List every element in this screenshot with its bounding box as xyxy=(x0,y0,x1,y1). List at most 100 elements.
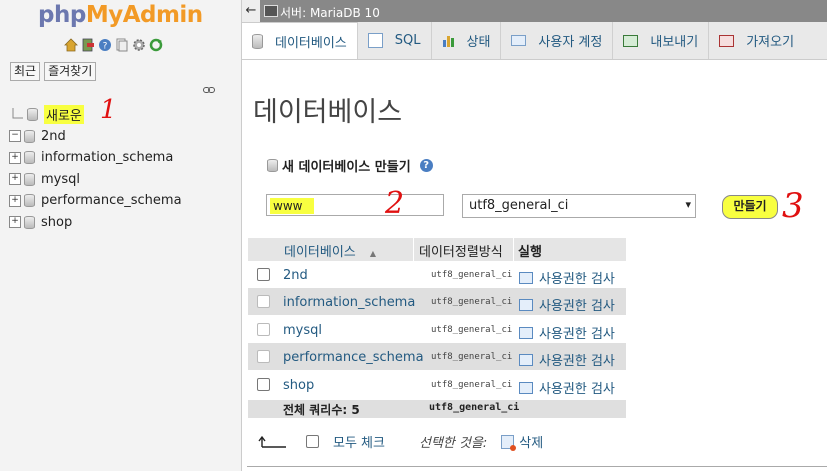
tree-item-mysql[interactable]: + mysql xyxy=(9,169,182,191)
privileges-icon xyxy=(519,298,533,311)
database-link[interactable]: mysql xyxy=(283,323,322,338)
delete-button[interactable]: 삭제 xyxy=(501,432,543,451)
expand-icon[interactable]: + xyxy=(9,216,21,229)
table-row: 2nd utf8_general_ci 사용권한 검사 xyxy=(248,261,626,288)
tree-item-shop[interactable]: + shop xyxy=(9,212,182,234)
collation-selected-value: utf8_general_ci xyxy=(469,198,569,213)
database-link[interactable]: 2nd xyxy=(283,268,308,283)
help-circle-icon[interactable]: ? xyxy=(98,38,112,52)
gear-icon[interactable] xyxy=(132,38,146,52)
tab-databases[interactable]: 데이터베이스 xyxy=(242,22,358,59)
create-button[interactable]: 만들기 xyxy=(722,195,778,219)
row-collation: utf8_general_ci xyxy=(431,380,513,390)
annotation-1: 1 xyxy=(100,95,117,125)
row-checkbox[interactable] xyxy=(257,268,270,281)
check-privileges-link[interactable]: 사용권한 검사 xyxy=(519,350,615,369)
logout-icon[interactable] xyxy=(81,38,95,52)
database-icon xyxy=(24,129,35,143)
row-collation: utf8_general_ci xyxy=(431,297,513,307)
annotation-3: 3 xyxy=(782,186,804,226)
server-breadcrumb[interactable]: 서버: MariaDB 10 xyxy=(280,4,380,21)
breadcrumb-bar: ← 서버: MariaDB 10 xyxy=(242,0,827,22)
docs-icon[interactable] xyxy=(115,38,129,52)
total-databases: 전체 쿼리수: 5 xyxy=(283,403,360,417)
chart-icon xyxy=(442,36,454,47)
database-icon xyxy=(24,215,35,229)
table-row: shop utf8_general_ci 사용권한 검사 xyxy=(248,371,626,398)
check-privileges-link[interactable]: 사용권한 검사 xyxy=(519,323,615,342)
new-database-icon xyxy=(27,108,38,122)
link-icon[interactable] xyxy=(203,86,215,97)
svg-text:?: ? xyxy=(103,42,108,52)
database-link[interactable]: performance_schema xyxy=(283,350,424,365)
database-icon xyxy=(24,194,35,208)
tree-item-performance-schema[interactable]: + performance_schema xyxy=(9,190,182,212)
row-checkbox[interactable] xyxy=(257,378,270,391)
database-link[interactable]: shop xyxy=(283,378,314,393)
create-database-heading: 새 데이터베이스 만들기 ? xyxy=(267,156,433,175)
tree-item-label: shop xyxy=(41,214,73,230)
database-tree: 새로운 − 2nd + information_schema + mysql +… xyxy=(9,104,182,233)
database-name-value: www xyxy=(273,199,303,213)
tab-export[interactable]: 내보내기 xyxy=(613,22,710,59)
database-icon xyxy=(252,33,263,49)
privileges-icon xyxy=(519,326,533,339)
tree-item-label: performance_schema xyxy=(41,193,182,209)
column-divider xyxy=(413,238,414,261)
collapse-icon[interactable]: − xyxy=(9,130,21,143)
row-checkbox xyxy=(257,323,270,336)
back-arrow-icon[interactable]: ← xyxy=(242,0,260,22)
column-header-database[interactable]: 데이터베이스 ▲ xyxy=(284,241,376,260)
delete-icon xyxy=(501,434,517,451)
quick-icons: ? xyxy=(64,38,163,52)
favorites-tab[interactable]: 즐겨찾기 xyxy=(44,62,97,81)
export-icon xyxy=(623,34,639,47)
bulk-actions-bar: 모두 체크 선택한 것을: 삭제 xyxy=(258,432,543,451)
help-icon[interactable]: ? xyxy=(419,159,433,172)
phpmyadmin-logo[interactable]: phpMyAdmin xyxy=(38,2,203,28)
server-icon xyxy=(264,5,278,17)
tree-item-information-schema[interactable]: + information_schema xyxy=(9,147,182,169)
privileges-icon xyxy=(519,381,533,394)
tree-item-label: 새로운 xyxy=(44,105,84,125)
collation-select[interactable]: utf8_general_ci ▾ xyxy=(462,194,696,218)
expand-icon[interactable]: + xyxy=(9,151,21,164)
check-privileges-link[interactable]: 사용권한 검사 xyxy=(519,378,615,397)
tab-sql[interactable]: SQL xyxy=(358,22,432,59)
import-icon xyxy=(719,34,735,47)
page-title: 데이터베이스 xyxy=(253,97,403,128)
tree-item-label: mysql xyxy=(41,171,80,187)
recent-tab[interactable]: 최근 xyxy=(10,62,41,81)
row-checkbox xyxy=(257,295,270,308)
new-database-icon xyxy=(267,159,278,172)
check-all-label[interactable]: 모두 체크 xyxy=(333,432,385,451)
chevron-down-icon: ▾ xyxy=(685,198,691,211)
tree-connector-icon xyxy=(12,107,23,119)
database-link[interactable]: information_schema xyxy=(283,295,415,310)
row-collation: utf8_general_ci xyxy=(431,325,513,335)
privileges-icon xyxy=(519,271,533,284)
check-all-checkbox[interactable] xyxy=(306,435,319,448)
check-privileges-link[interactable]: 사용권한 검사 xyxy=(519,268,615,287)
tree-item-2nd[interactable]: − 2nd xyxy=(9,126,182,148)
check-privileges-link[interactable]: 사용권한 검사 xyxy=(519,295,615,314)
column-header-collation: 데이터정렬방식 xyxy=(419,245,503,260)
tree-item-label: information_schema xyxy=(41,150,174,166)
expand-icon[interactable]: + xyxy=(9,173,21,186)
navigation-panel: phpMyAdmin ? 최근 즐겨찾기 새로운 − 2nd + informa… xyxy=(0,0,242,471)
expand-icon[interactable]: + xyxy=(9,194,21,207)
tab-import[interactable]: 가져오기 xyxy=(709,22,804,59)
recent-favorites-tabs: 최근 즐겨찾기 xyxy=(10,62,97,81)
total-collation: utf8_general_ci xyxy=(429,402,520,413)
tree-item-new[interactable]: 새로운 xyxy=(9,104,182,126)
database-icon xyxy=(24,172,35,186)
table-header: 데이터베이스 ▲ 데이터정렬방식 실행 xyxy=(248,238,626,261)
reload-icon[interactable] xyxy=(149,38,163,52)
table-row: mysql utf8_general_ci 사용권한 검사 xyxy=(248,316,626,343)
home-icon[interactable] xyxy=(64,38,78,52)
annotation-2: 2 xyxy=(385,186,405,221)
tree-item-label: 2nd xyxy=(41,128,66,144)
column-header-action: 실행 xyxy=(518,245,542,260)
tab-status[interactable]: 상태 xyxy=(432,22,502,59)
tab-user-accounts[interactable]: 사용자 계정 xyxy=(501,22,614,59)
